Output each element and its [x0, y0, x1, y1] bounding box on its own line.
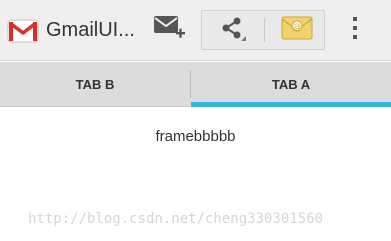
gmail-app-icon[interactable] [7, 16, 39, 46]
screen: GmailUI... @ TAB B TAB A framebbbbb http… [0, 0, 391, 241]
mail-button[interactable]: @ [270, 11, 324, 49]
tab-a-label: TAB A [271, 77, 311, 92]
share-divider [264, 18, 265, 42]
share-button[interactable] [202, 11, 262, 49]
svg-text:@: @ [293, 22, 301, 31]
app-title: GmailUI... [46, 19, 135, 41]
mail-envelope-icon: @ [280, 14, 314, 47]
tab-b-label: TAB B [75, 77, 115, 92]
fragment-text: framebbbbb [155, 128, 236, 145]
tab-b[interactable]: TAB B [0, 62, 190, 107]
watermark-text: http://blog.csdn.net/cheng330301560 [28, 211, 324, 227]
tab-a[interactable]: TAB A [191, 62, 391, 107]
share-action-group: @ [201, 10, 325, 50]
action-bar: GmailUI... @ [0, 0, 391, 61]
overflow-menu-button[interactable] [340, 10, 370, 50]
share-icon [217, 13, 247, 48]
overflow-menu-icon [350, 15, 360, 46]
selected-tab-indicator [191, 102, 391, 107]
compose-button[interactable] [146, 10, 192, 50]
tab-bar: TAB B TAB A [0, 62, 391, 107]
compose-mail-icon [152, 13, 186, 48]
